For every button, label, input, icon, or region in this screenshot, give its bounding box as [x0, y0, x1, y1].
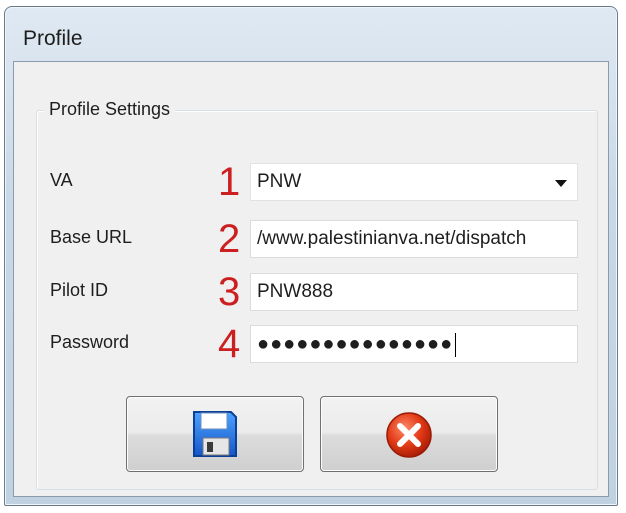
chevron-down-icon[interactable]: [555, 180, 567, 187]
pilot-id-label: Pilot ID: [50, 280, 109, 300]
base-url-input[interactable]: /www.palestinianva.net/dispatch: [250, 220, 578, 258]
annotation-number-1: 1: [218, 160, 241, 204]
text-caret: [455, 332, 457, 357]
va-select[interactable]: PNW: [250, 163, 578, 201]
profile-window: Profile Profile Settings VA 1 PNW Base U…: [4, 6, 618, 506]
password-label: Password: [50, 332, 130, 352]
annotation-number-2: 2: [218, 217, 241, 261]
save-button[interactable]: [126, 396, 304, 472]
annotation-number-4: 4: [218, 322, 241, 366]
floppy-disk-icon: [193, 411, 237, 457]
window-title: Profile: [23, 27, 83, 50]
group-title: Profile Settings: [44, 99, 176, 120]
base-url-label: Base URL: [50, 227, 133, 247]
password-mask: ●●●●●●●●●●●●●●●: [257, 333, 454, 355]
cancel-button[interactable]: [320, 396, 498, 472]
title-bar[interactable]: Profile: [5, 7, 617, 61]
red-x-icon: [386, 412, 432, 458]
pilot-id-input[interactable]: PNW888: [250, 273, 578, 311]
va-select-value: PNW: [257, 171, 302, 192]
va-label: VA: [50, 170, 73, 190]
dialog-client-area: Profile Settings VA 1 PNW Base URL 2 /ww…: [13, 61, 609, 497]
annotation-number-3: 3: [218, 270, 241, 314]
password-input[interactable]: ●●●●●●●●●●●●●●●: [250, 325, 578, 363]
